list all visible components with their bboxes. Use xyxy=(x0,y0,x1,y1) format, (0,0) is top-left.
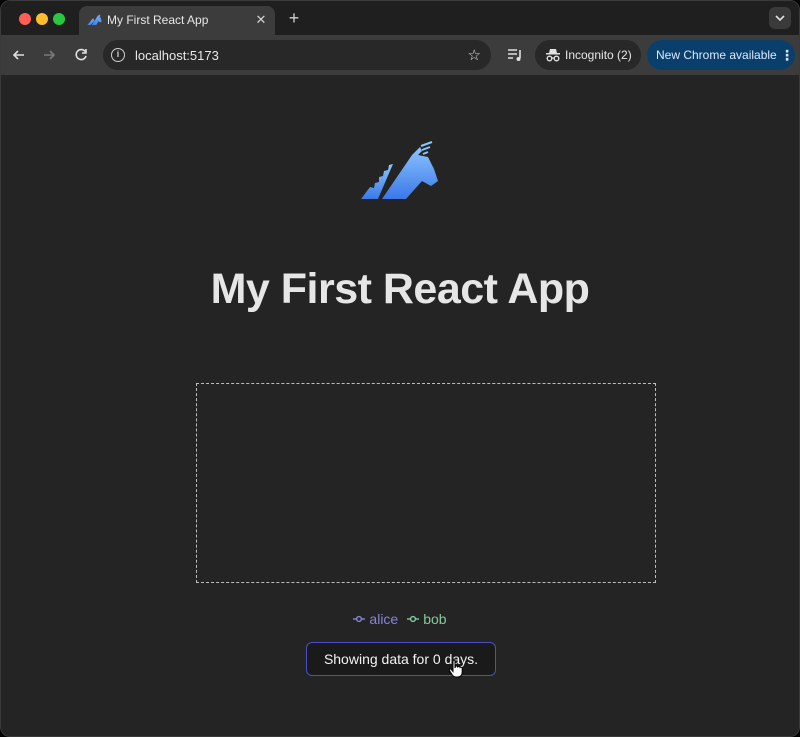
tab-title: My First React App xyxy=(107,13,209,27)
browser-window: My First React App ✕ + i localhost:5173 … xyxy=(0,0,800,737)
legend-item-bob[interactable]: bob xyxy=(407,611,447,627)
hand-pointer-icon xyxy=(448,659,463,678)
arrow-left-icon xyxy=(12,50,24,60)
incognito-label: Incognito (2) xyxy=(565,48,632,62)
legend-label-alice: alice xyxy=(369,611,399,627)
tab-strip: My First React App ✕ + xyxy=(1,1,799,35)
legend-item-alice[interactable]: alice xyxy=(353,611,398,627)
unicorn-icon xyxy=(87,14,102,26)
reload-icon xyxy=(75,48,87,61)
forward-button[interactable] xyxy=(39,45,59,65)
incognito-button[interactable]: Incognito (2) xyxy=(535,40,641,70)
browser-toolbar: i localhost:5173 ☆ Incognito (2) New Chr… xyxy=(1,35,799,75)
arrow-right-icon xyxy=(44,50,56,60)
minimize-window-button[interactable] xyxy=(36,13,48,25)
reload-button[interactable] xyxy=(71,45,91,65)
media-queue-button[interactable] xyxy=(505,45,525,65)
close-tab-icon[interactable]: ✕ xyxy=(253,12,269,28)
unicorn-logo xyxy=(361,141,438,199)
legend-line-icon xyxy=(353,615,366,623)
chart-container xyxy=(196,383,656,583)
chart-legend: alice bob xyxy=(1,611,799,627)
info-icon[interactable]: i xyxy=(111,48,125,62)
maximize-window-button[interactable] xyxy=(53,13,65,25)
close-window-button[interactable] xyxy=(19,13,31,25)
more-vert-icon[interactable]: ⋮ xyxy=(780,47,794,63)
tab-search-button[interactable] xyxy=(769,7,791,29)
update-label: New Chrome available xyxy=(656,48,777,62)
new-tab-button[interactable]: + xyxy=(285,9,303,27)
media-queue-icon xyxy=(508,49,521,61)
legend-line-icon xyxy=(407,615,420,623)
tab-my-first-react-app[interactable]: My First React App ✕ xyxy=(79,6,275,35)
page-content: My First React App alice bob Showing dat… xyxy=(1,75,799,736)
star-icon[interactable]: ☆ xyxy=(468,46,481,64)
days-toggle-button[interactable]: Showing data for 0 days. xyxy=(306,642,496,676)
address-bar[interactable]: i localhost:5173 ☆ xyxy=(103,40,491,70)
back-button[interactable] xyxy=(9,45,29,65)
incognito-icon xyxy=(546,49,560,62)
chevron-down-icon xyxy=(775,15,785,22)
url-text[interactable]: localhost:5173 xyxy=(135,48,219,63)
new-chrome-available-button[interactable]: New Chrome available ⋮ xyxy=(647,40,795,70)
page-title: My First React App xyxy=(210,265,590,313)
legend-label-bob: bob xyxy=(423,611,447,627)
